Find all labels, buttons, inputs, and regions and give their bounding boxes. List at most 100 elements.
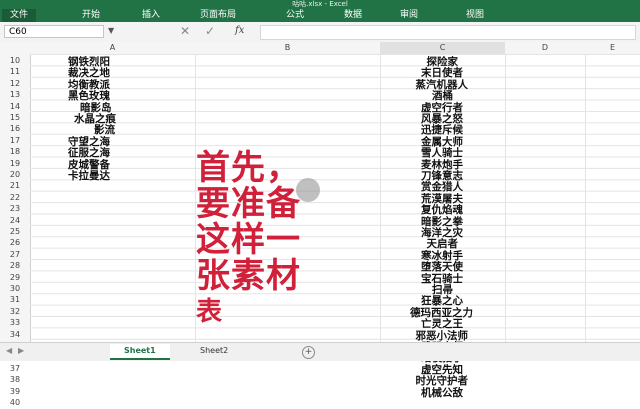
row-header[interactable]: 12 bbox=[0, 78, 30, 90]
row-header[interactable]: 33 bbox=[0, 317, 30, 329]
tab-formulas[interactable]: 公式 bbox=[286, 9, 304, 22]
cell-a[interactable]: 征服之海 bbox=[68, 147, 110, 159]
row-header[interactable]: 27 bbox=[0, 249, 30, 261]
row-header[interactable]: 17 bbox=[0, 135, 30, 147]
row-header[interactable]: 26 bbox=[0, 237, 30, 249]
row-header[interactable]: 20 bbox=[0, 169, 30, 181]
touch-cursor-icon bbox=[296, 178, 320, 202]
cell-a[interactable]: 裁决之地 bbox=[68, 67, 110, 79]
row-header[interactable]: 21 bbox=[0, 180, 30, 192]
cell-c[interactable]: 麦林炮手 bbox=[421, 159, 463, 171]
cell-c[interactable]: 末日使者 bbox=[421, 67, 463, 79]
row-header[interactable]: 18 bbox=[0, 146, 30, 158]
cell-a[interactable]: 暗影岛 bbox=[80, 102, 112, 114]
chevron-down-icon[interactable]: ▼ bbox=[108, 26, 114, 35]
cell-c[interactable]: 雪人骑士 bbox=[421, 147, 463, 159]
cell-a[interactable]: 均衡教派 bbox=[68, 79, 110, 91]
column-header-a[interactable]: A bbox=[30, 42, 195, 54]
tab-file[interactable]: 文件 bbox=[2, 9, 37, 22]
cell-c[interactable]: 虚空先知 bbox=[421, 364, 463, 376]
row-header[interactable]: 31 bbox=[0, 294, 30, 306]
row-header[interactable]: 30 bbox=[0, 283, 30, 295]
cell-a[interactable]: 黑色玫瑰 bbox=[68, 90, 110, 102]
cell-c[interactable]: 荒漠屠夫 bbox=[421, 193, 463, 205]
sheet-tab-sheet2[interactable]: Sheet2 bbox=[186, 344, 242, 358]
cell-c[interactable]: 复仇焰魂 bbox=[421, 204, 463, 216]
tab-insert[interactable]: 插入 bbox=[142, 9, 160, 22]
column-header-b[interactable]: B bbox=[195, 42, 380, 54]
cell-c[interactable]: 寒冰射手 bbox=[421, 250, 463, 262]
cell-c[interactable]: 酒桶 bbox=[432, 90, 453, 102]
add-sheet-button[interactable]: + bbox=[302, 346, 315, 359]
formula-bar: C60 ▼ ✕ ✓ fx bbox=[0, 22, 640, 43]
row-header[interactable]: 23 bbox=[0, 203, 30, 215]
row-header[interactable]: 39 bbox=[0, 386, 30, 398]
overlay-caption-line: 这样一 bbox=[196, 220, 301, 260]
gridline bbox=[585, 54, 586, 342]
cell-c[interactable]: 德玛西亚之力 bbox=[410, 307, 473, 319]
tab-view[interactable]: 视图 bbox=[466, 9, 484, 22]
tab-data[interactable]: 数据 bbox=[344, 9, 362, 22]
column-header-d[interactable]: D bbox=[505, 42, 585, 54]
cell-a[interactable]: 影流 bbox=[94, 124, 115, 136]
row-header[interactable]: 34 bbox=[0, 329, 30, 341]
cell-c[interactable]: 狂暴之心 bbox=[421, 295, 463, 307]
check-icon[interactable]: ✓ bbox=[205, 24, 215, 38]
name-box[interactable]: C60 bbox=[4, 25, 104, 38]
sheet-tab-sheet1[interactable]: Sheet1 bbox=[110, 344, 170, 360]
overlay-caption-line: 张素材 bbox=[196, 256, 301, 296]
row-header[interactable]: 15 bbox=[0, 112, 30, 124]
gridline bbox=[380, 54, 381, 342]
overlay-caption-line: 首先， bbox=[196, 148, 301, 188]
row-header[interactable]: 28 bbox=[0, 260, 30, 272]
row-header[interactable]: 25 bbox=[0, 226, 30, 238]
cell-c[interactable]: 金属大师 bbox=[421, 136, 463, 148]
tab-page-layout[interactable]: 页面布局 bbox=[200, 9, 236, 22]
column-header-e[interactable]: E bbox=[585, 42, 640, 54]
cell-a[interactable]: 皮城警备 bbox=[68, 159, 110, 171]
cell-c[interactable]: 天启者 bbox=[427, 238, 459, 250]
cell-a[interactable]: 守望之海 bbox=[68, 136, 110, 148]
cell-grid[interactable] bbox=[30, 54, 640, 342]
cell-c[interactable]: 堕落天使 bbox=[421, 261, 463, 273]
row-header[interactable]: 19 bbox=[0, 158, 30, 170]
row-header[interactable]: 11 bbox=[0, 66, 30, 78]
overlay-caption-line: 要准备 bbox=[196, 184, 301, 224]
function-icon[interactable]: fx bbox=[235, 25, 244, 36]
column-header-c[interactable]: C bbox=[380, 42, 505, 54]
row-header[interactable]: 38 bbox=[0, 374, 30, 386]
tab-review[interactable]: 审阅 bbox=[400, 9, 418, 22]
row-header[interactable]: 32 bbox=[0, 306, 30, 318]
scroll-right-icon[interactable]: ▶ bbox=[18, 346, 24, 355]
cell-c[interactable]: 蒸汽机器人 bbox=[416, 79, 469, 91]
tab-home[interactable]: 开始 bbox=[82, 9, 100, 22]
row-header[interactable]: 37 bbox=[0, 363, 30, 375]
row-header[interactable]: 22 bbox=[0, 192, 30, 204]
cell-c[interactable]: 虚空行者 bbox=[421, 102, 463, 114]
row-header[interactable]: 14 bbox=[0, 101, 30, 113]
gridline bbox=[505, 54, 506, 342]
window-title: 咕咕.xlsx - Excel bbox=[292, 0, 348, 8]
row-header[interactable]: 10 bbox=[0, 55, 30, 67]
row-header[interactable]: 13 bbox=[0, 89, 30, 101]
cell-c[interactable]: 亡灵之王 bbox=[421, 318, 463, 330]
cell-c[interactable]: 时光守护者 bbox=[416, 375, 469, 387]
cell-c[interactable]: 机械公敌 bbox=[421, 387, 463, 399]
cell-c[interactable]: 宝石骑士 bbox=[421, 273, 463, 285]
formula-input[interactable] bbox=[260, 25, 636, 40]
cell-a[interactable]: 卡拉曼达 bbox=[68, 170, 110, 182]
row-header[interactable]: 40 bbox=[0, 397, 30, 409]
ribbon: 咕咕.xlsx - Excel 文件 开始 插入 页面布局 公式 数据 审阅 视… bbox=[0, 0, 640, 22]
sheet-tab-bar: ◀ ▶ Sheet1 Sheet2 + bbox=[0, 342, 640, 361]
cancel-icon[interactable]: ✕ bbox=[180, 24, 190, 38]
row-headers: 10 11 12 13 14 15 16 17 18 19 20 21 22 23 24 25 26 27 28 29… bbox=[0, 54, 31, 407]
overlay-caption-line: 表 bbox=[196, 297, 224, 327]
cell-c[interactable]: 赏金猎人 bbox=[421, 181, 463, 193]
scroll-left-icon[interactable]: ◀ bbox=[6, 346, 12, 355]
cell-c[interactable]: 迅捷斥候 bbox=[421, 124, 463, 136]
row-header[interactable]: 24 bbox=[0, 215, 30, 227]
row-header[interactable]: 16 bbox=[0, 123, 30, 135]
row-header[interactable]: 29 bbox=[0, 272, 30, 284]
cell-c[interactable]: 暗影之拳 bbox=[421, 216, 463, 228]
cell-c[interactable]: 邪恶小法师 bbox=[416, 330, 469, 342]
